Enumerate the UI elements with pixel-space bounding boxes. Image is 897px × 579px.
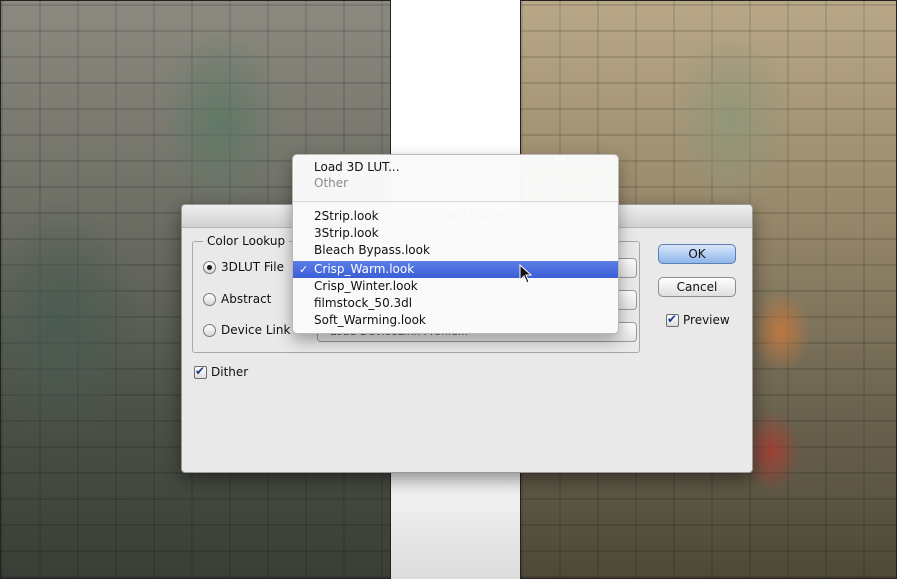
menu-item-2strip[interactable]: 2Strip.look <box>293 208 618 225</box>
preview-option[interactable]: Preview <box>666 312 730 327</box>
menu-item-soft-warming[interactable]: Soft_Warming.look <box>293 312 618 329</box>
menu-item-3strip[interactable]: 3Strip.look <box>293 225 618 242</box>
option-3dlut-file[interactable]: 3DLUT File <box>203 260 284 274</box>
menu-item-bleach-bypass[interactable]: Bleach Bypass.look <box>293 242 618 259</box>
menu-item-label: 3Strip.look <box>314 226 379 240</box>
menu-item-crisp-winter[interactable]: Crisp_Winter.look <box>293 278 618 295</box>
radio-device-link[interactable] <box>203 323 216 337</box>
option-device-link-label: Device Link <box>221 323 291 337</box>
menu-item-label: filmstock_50.3dl <box>314 296 413 310</box>
dither-option[interactable]: Dither <box>194 364 249 379</box>
option-abstract[interactable]: Abstract <box>203 292 271 306</box>
ok-button[interactable]: OK <box>658 244 736 264</box>
menu-item-crisp-warm[interactable]: ✓ Crisp_Warm.look <box>293 261 618 278</box>
menu-item-label: Soft_Warming.look <box>314 313 426 327</box>
menu-separator <box>293 201 618 202</box>
menu-item-label: Crisp_Winter.look <box>314 279 418 293</box>
menu-item-filmstock-50[interactable]: filmstock_50.3dl <box>293 295 618 312</box>
cancel-button[interactable]: Cancel <box>658 277 736 297</box>
option-abstract-label: Abstract <box>221 292 272 306</box>
preview-label: Preview <box>683 313 730 327</box>
preview-checkbox[interactable] <box>666 312 679 327</box>
checkmark-icon: ✓ <box>299 263 309 276</box>
option-device-link[interactable]: Device Link <box>203 323 290 337</box>
radio-abstract[interactable] <box>203 292 216 306</box>
option-3dlut-file-label: 3DLUT File <box>221 260 284 274</box>
dither-checkbox[interactable] <box>194 364 207 379</box>
menu-item-label: 2Strip.look <box>314 209 379 223</box>
menu-item-other: Other <box>314 176 349 190</box>
menu-item-label: Bleach Bypass.look <box>314 243 430 257</box>
group-label: Color Lookup <box>203 234 290 248</box>
menu-item-load-3d-lut[interactable]: Load 3D LUT... <box>293 159 618 176</box>
lut-dropdown-menu: Load 3D LUT... Other 2Strip.look 3Strip.… <box>292 154 619 334</box>
menu-item-label: Crisp_Warm.look <box>314 262 415 276</box>
dither-label: Dither <box>211 365 249 379</box>
mouse-pointer-icon <box>519 264 533 284</box>
radio-3dlut-file[interactable] <box>203 260 216 274</box>
